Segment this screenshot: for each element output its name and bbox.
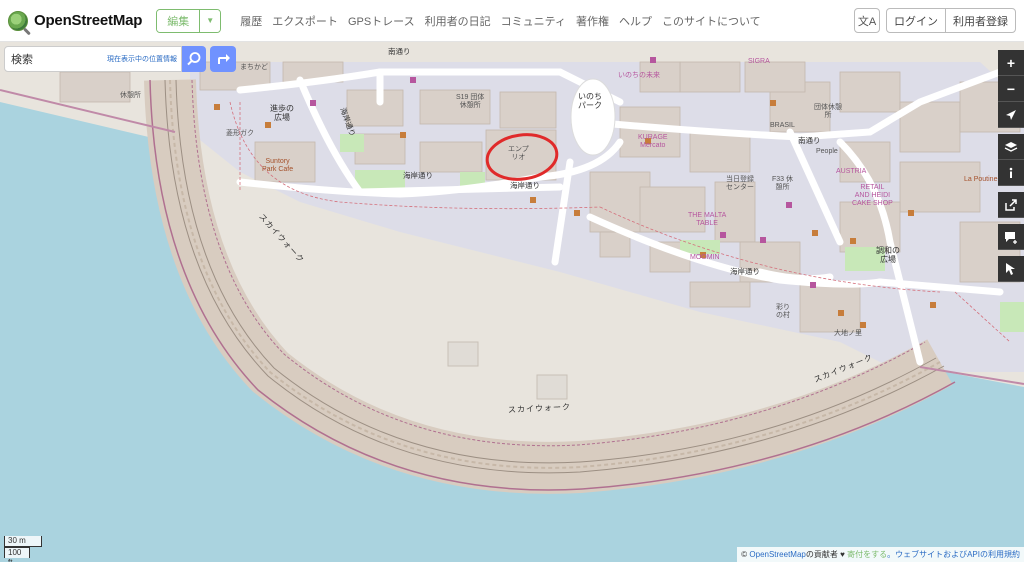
label-suntory: Suntory Park Cafe <box>262 158 294 174</box>
inochi-park-oval <box>570 78 616 156</box>
label-inochi-park: いのち パーク <box>578 92 602 111</box>
search-panel: 検索 現在表示中の位置情報 <box>4 46 244 74</box>
label-kaigan-dori-2: 海岸通り <box>510 181 540 190</box>
edit-dropdown-caret-icon[interactable]: ▼ <box>200 9 221 32</box>
nav-about[interactable]: このサイトについて <box>657 13 766 29</box>
share-icon <box>1005 198 1017 211</box>
label-lapoutine: La Poutine <box>964 176 998 183</box>
search-box[interactable]: 検索 現在表示中の位置情報 <box>4 46 182 72</box>
label-touroku: 当日登録 センター <box>726 176 754 192</box>
signup-button[interactable]: 利用者登録 <box>945 9 1015 32</box>
nav-export[interactable]: エクスポート <box>267 13 343 29</box>
search-go-button[interactable] <box>182 46 206 72</box>
magnifier-icon <box>187 52 201 66</box>
label-malta: THE MALTA TABLE <box>688 212 727 228</box>
search-input[interactable]: 検索 <box>11 51 33 67</box>
main-nav: 履歴 エクスポート GPSトレース 利用者の日記 コミュニティ 著作権 ヘルプ … <box>235 13 765 29</box>
zoom-in-button[interactable]: + <box>998 50 1024 76</box>
label-empurio: エンプ リオ <box>508 146 529 162</box>
query-cursor-icon <box>1006 262 1015 275</box>
nav-help[interactable]: ヘルプ <box>614 13 657 29</box>
query-features-button[interactable] <box>998 256 1024 282</box>
locate-arrow-icon <box>1006 109 1016 120</box>
auth-group: ログイン 利用者登録 <box>886 8 1016 33</box>
label-chowa-hiroba: 調和の 広場 <box>876 246 900 265</box>
login-button[interactable]: ログイン <box>887 9 945 32</box>
osm-logo-icon <box>8 10 28 31</box>
zoom-out-button[interactable]: − <box>998 76 1024 102</box>
legend-button[interactable] <box>998 160 1024 186</box>
label-austria: AUSTRIA <box>836 168 867 175</box>
heart-icon: ♥ <box>840 550 845 559</box>
share-button[interactable] <box>998 192 1024 218</box>
note-add-icon <box>1005 231 1017 244</box>
map-svg <box>0 42 1024 562</box>
language-icon[interactable]: 文A <box>854 8 880 33</box>
nav-history[interactable]: 履歴 <box>235 13 267 29</box>
nav-user-diaries[interactable]: 利用者の日記 <box>420 13 496 29</box>
add-note-button[interactable] <box>998 224 1024 250</box>
top-header: OpenStreetMap 編集 ▼ 履歴 エクスポート GPSトレース 利用者… <box>0 0 1024 42</box>
label-retail: RETAIL AND HEIDI CAKE SHOP <box>852 184 893 208</box>
nav-communities[interactable]: コミュニティ <box>496 13 571 29</box>
directions-icon <box>218 54 230 64</box>
osm-logo[interactable]: OpenStreetMap <box>8 10 143 31</box>
label-hishi: 菱形ガク <box>226 130 254 137</box>
attribution-contributors: の貢献者 <box>805 550 838 559</box>
terms-link[interactable]: 。ウェブサイトおよびAPIの利用規約 <box>887 550 1020 559</box>
nav-gps-traces[interactable]: GPSトレース <box>343 13 420 29</box>
donate-link[interactable]: 寄付をする <box>847 550 887 559</box>
scale-metric: 30 m <box>4 536 42 547</box>
label-kurage: KURAGE Mercato <box>638 134 668 150</box>
map-controls: + − <box>998 50 1024 282</box>
label-kaigan-dori-1: 海岸通り <box>403 171 433 180</box>
nav-copyright[interactable]: 著作権 <box>571 13 614 29</box>
label-f33: F33 休 憩所 <box>772 176 794 192</box>
where-am-i-link[interactable]: 現在表示中の位置情報 <box>107 54 177 64</box>
label-kyukei-dantai: 団体休憩 所 <box>814 104 842 120</box>
osm-contributors-link[interactable]: OpenStreetMap <box>749 550 805 559</box>
label-kyukei: 休憩所 <box>120 92 141 99</box>
label-osanpo-hiroba: 進歩の 広場 <box>270 104 294 123</box>
label-s19: S19 団体 休憩所 <box>456 94 485 110</box>
attribution-bar: © OpenStreetMapの貢献者 ♥ 寄付をする。ウェブサイトおよびAPI… <box>737 547 1024 562</box>
locate-button[interactable] <box>998 102 1024 128</box>
layers-icon <box>1004 141 1018 152</box>
label-machikado: まちかど <box>240 64 268 71</box>
map-scale: 30 m 100 ft <box>4 536 42 562</box>
label-minami-dori-1: 南通り <box>388 47 411 56</box>
directions-button[interactable] <box>210 46 236 72</box>
layers-button[interactable] <box>998 134 1024 160</box>
label-minami-dori-2: 南通り <box>798 136 821 145</box>
pier-1 <box>447 341 479 367</box>
header-right-controls: 文A ログイン 利用者登録 <box>854 8 1016 33</box>
edit-button[interactable]: 編集 <box>157 9 201 32</box>
scale-imperial: 100 ft <box>4 547 30 562</box>
pier-2 <box>536 374 568 400</box>
label-brasil: BRASIL <box>770 122 795 129</box>
label-kaigan-dori-3: 海岸通り <box>730 267 760 276</box>
info-icon <box>1009 167 1013 178</box>
map-canvas[interactable]: 進歩の 広場 南通り 南通り 海岸通り 海岸通り 海岸通り 海岸通り いのち パ… <box>0 42 1024 562</box>
label-moomin: MOOMIN <box>690 254 720 261</box>
label-daiou: 大地ノ里 <box>834 330 862 337</box>
label-signature-pavilion: いのちの未来 <box>618 72 660 79</box>
brand-name: OpenStreetMap <box>34 12 143 29</box>
label-sainou: 彩り の村 <box>776 304 790 320</box>
edit-button-group: 編集 ▼ <box>156 8 222 33</box>
label-sigra: SIGRA <box>748 58 770 65</box>
label-people: People <box>816 148 838 155</box>
